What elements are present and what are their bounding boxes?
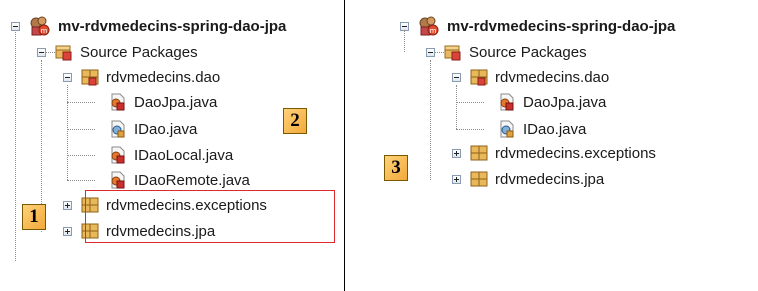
tree-node-project[interactable]: m mv-rdvmedecins-spring-dao-jpa xyxy=(418,15,675,37)
package-jpa-label: rdvmedecins.jpa xyxy=(495,170,605,188)
source-packages-collapse-toggle[interactable] xyxy=(37,48,46,57)
jpa-package-expand-toggle[interactable] xyxy=(452,175,461,184)
file-idaoremote-label: IDaoRemote.java xyxy=(134,171,250,189)
tree-node-package-exceptions[interactable]: rdvmedecins.exceptions xyxy=(470,142,656,164)
file-daojpa-label: DaoJpa.java xyxy=(134,93,218,111)
source-packages-collapse-toggle[interactable] xyxy=(426,48,435,57)
project-name: mv-rdvmedecins-spring-dao-jpa xyxy=(58,17,287,35)
exceptions-package-expand-toggle[interactable] xyxy=(63,201,72,210)
highlight-box xyxy=(85,190,335,243)
badge-3: 3 xyxy=(384,155,408,181)
package-icon xyxy=(470,170,488,188)
java-class-icon xyxy=(498,93,516,111)
package-dao-label: rdvmedecins.dao xyxy=(106,68,221,86)
project-collapse-toggle[interactable] xyxy=(400,22,409,31)
package-dao-label: rdvmedecins.dao xyxy=(495,68,610,86)
dao-package-collapse-toggle[interactable] xyxy=(452,73,461,82)
tree-node-file-idao[interactable]: IDao.java xyxy=(498,118,586,140)
package-icon xyxy=(470,68,488,86)
package-icon xyxy=(470,144,488,162)
java-class-icon xyxy=(109,93,127,111)
tree-node-file-daojpa[interactable]: DaoJpa.java xyxy=(498,91,606,113)
source-packages-icon xyxy=(55,43,73,61)
badge-1: 1 xyxy=(22,204,46,230)
svg-text:m: m xyxy=(430,27,437,35)
source-packages-label: Source Packages xyxy=(80,43,198,61)
right-project-tree: m mv-rdvmedecins-spring-dao-jpa Source P… xyxy=(346,0,758,291)
file-idao-label: IDao.java xyxy=(523,120,587,138)
tree-node-source-packages[interactable]: Source Packages xyxy=(55,41,198,63)
file-idaolocal-label: IDaoLocal.java xyxy=(134,146,234,164)
java-interface-icon xyxy=(109,120,127,138)
exceptions-package-expand-toggle[interactable] xyxy=(452,149,461,158)
project-name: mv-rdvmedecins-spring-dao-jpa xyxy=(447,17,676,35)
tree-node-package-dao[interactable]: rdvmedecins.dao xyxy=(470,66,609,88)
maven-project-icon: m xyxy=(29,15,51,37)
tree-node-file-idaoremote[interactable]: IDaoRemote.java xyxy=(109,169,250,191)
jpa-package-expand-toggle[interactable] xyxy=(63,227,72,236)
maven-project-icon: m xyxy=(418,15,440,37)
source-packages-icon xyxy=(444,43,462,61)
project-collapse-toggle[interactable] xyxy=(11,22,20,31)
dao-package-collapse-toggle[interactable] xyxy=(63,73,72,82)
left-project-tree: m mv-rdvmedecins-spring-dao-jpa Source P… xyxy=(0,0,344,291)
tree-node-package-jpa[interactable]: rdvmedecins.jpa xyxy=(470,168,604,190)
badge-2: 2 xyxy=(283,108,307,134)
java-class-icon xyxy=(109,171,127,189)
tree-node-project[interactable]: m mv-rdvmedecins-spring-dao-jpa xyxy=(29,15,286,37)
tree-node-package-dao[interactable]: rdvmedecins.dao xyxy=(81,66,220,88)
java-class-icon xyxy=(109,146,127,164)
package-exceptions-label: rdvmedecins.exceptions xyxy=(495,144,656,162)
tree-node-file-daojpa[interactable]: DaoJpa.java xyxy=(109,91,217,113)
panel-divider xyxy=(344,0,345,291)
source-packages-label: Source Packages xyxy=(469,43,587,61)
tree-node-source-packages[interactable]: Source Packages xyxy=(444,41,587,63)
java-interface-icon xyxy=(498,120,516,138)
tree-node-file-idaolocal[interactable]: IDaoLocal.java xyxy=(109,144,233,166)
file-idao-label: IDao.java xyxy=(134,120,198,138)
file-daojpa-label: DaoJpa.java xyxy=(523,93,607,111)
svg-text:m: m xyxy=(41,27,48,35)
package-icon xyxy=(81,68,99,86)
tree-node-file-idao[interactable]: IDao.java xyxy=(109,118,197,140)
